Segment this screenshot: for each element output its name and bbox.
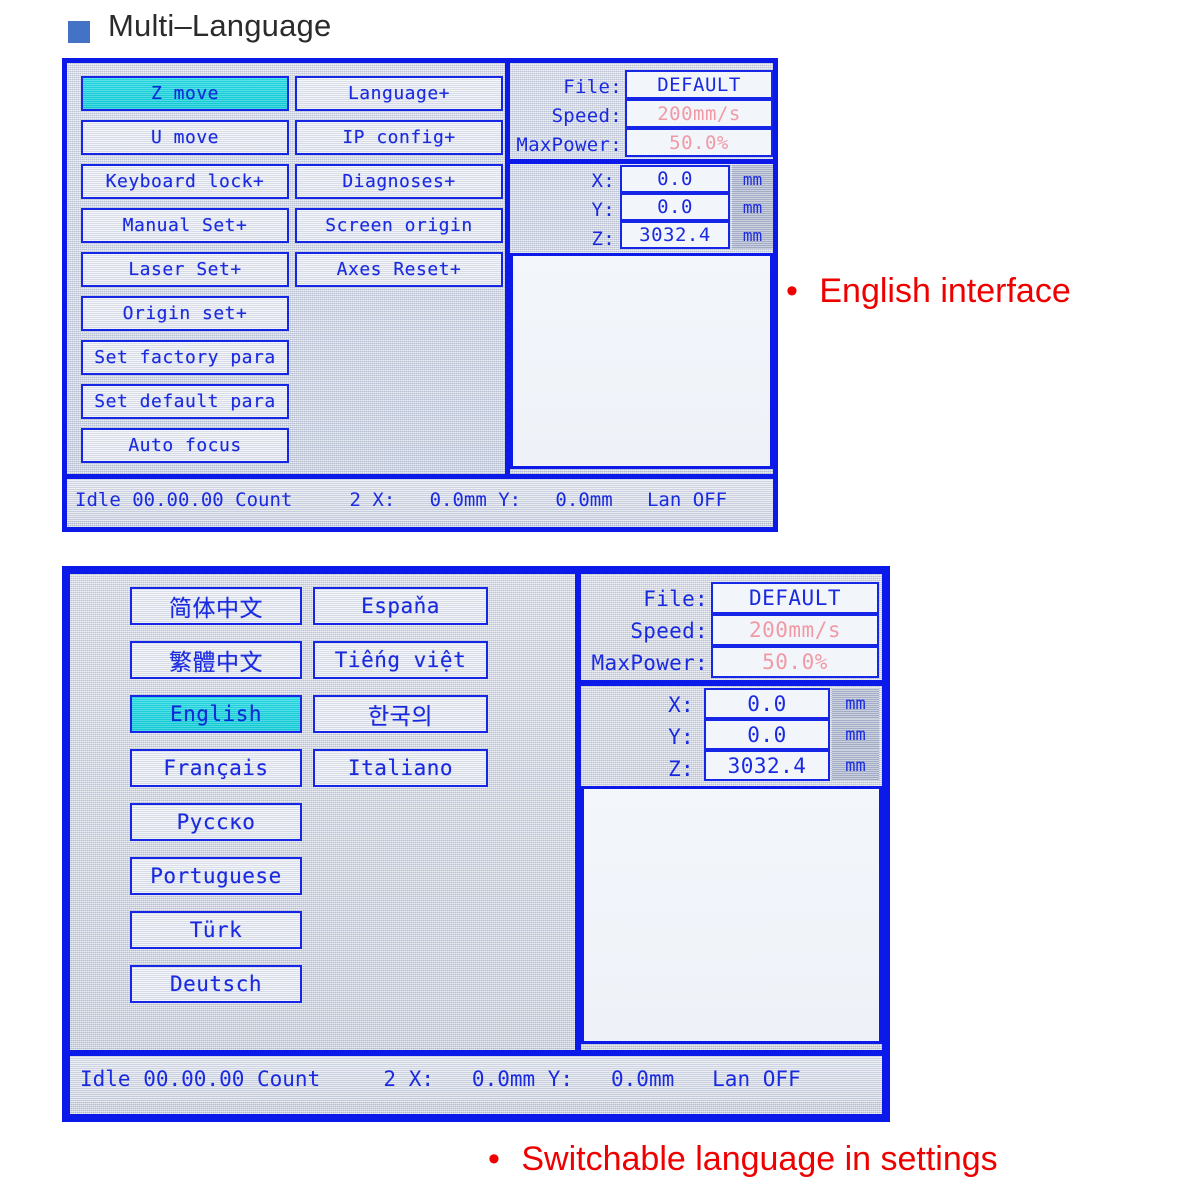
language-button-vietnamese[interactable]: Tiếng việt: [313, 641, 488, 679]
info-separator: [505, 159, 773, 164]
status-bar: Idle 00.00.00 Count 2 X: 0.0mm Y: 0.0mm …: [67, 479, 773, 521]
annotation-text-2: Switchable language in settings: [521, 1140, 997, 1178]
unit-axis-x: mm: [732, 165, 773, 193]
language-button-deutsch[interactable]: Deutsch: [130, 965, 302, 1003]
language-button-italiano[interactable]: Italiano: [313, 749, 488, 787]
button-screen-origin[interactable]: Screen origin: [295, 208, 503, 243]
language-button-korean[interactable]: 한국의: [313, 695, 488, 733]
label-axis-x: X:: [557, 167, 615, 194]
button-set-factory-para[interactable]: Set factory para: [81, 340, 289, 375]
label-axis-z: Z:: [557, 225, 615, 252]
button-set-default-para[interactable]: Set default para: [81, 384, 289, 419]
header-bullet-square-icon: [68, 21, 90, 43]
graphic-preview-area[interactable]: [510, 253, 773, 469]
button-ip-config[interactable]: IP config+: [295, 120, 503, 155]
button-axes-reset[interactable]: Axes Reset+: [295, 252, 503, 287]
annotation-english-interface: • English interface: [786, 272, 1071, 311]
language-button-espana[interactable]: Espaňa: [313, 587, 488, 625]
language-button-english[interactable]: English: [130, 695, 302, 733]
button-origin-set[interactable]: Origin set+: [81, 296, 289, 331]
annotation-bullet-2: •: [488, 1140, 500, 1178]
button-auto-focus[interactable]: Auto focus: [81, 428, 289, 463]
label-file-language: File:: [586, 584, 708, 614]
label-speed-language: Speed:: [586, 616, 708, 646]
label-axis-y-language: Y:: [632, 722, 694, 752]
button-u-move[interactable]: U move: [81, 120, 289, 155]
label-maxpower: MaxPower:: [508, 131, 622, 159]
language-button-simplified-chinese[interactable]: 简体中文: [130, 587, 302, 625]
label-maxpower-language: MaxPower:: [580, 648, 708, 678]
field-file-value[interactable]: DEFAULT: [625, 70, 773, 99]
field-axis-x-value-language[interactable]: 0.0: [704, 688, 830, 719]
field-maxpower-value-language[interactable]: 50.0%: [711, 646, 879, 678]
field-speed-value-language[interactable]: 200mm/s: [711, 614, 879, 646]
annotation-bullet-1: •: [786, 272, 798, 310]
unit-axis-z: mm: [732, 221, 773, 249]
label-file: File:: [514, 73, 622, 101]
main-settings-screen: Z move U move Keyboard lock+ Manual Set+…: [62, 58, 778, 532]
field-axis-z-value[interactable]: 3032.4: [620, 221, 730, 249]
unit-axis-z-language: mm: [832, 750, 879, 781]
button-z-move[interactable]: Z move: [81, 76, 289, 111]
field-maxpower-value[interactable]: 50.0%: [625, 128, 773, 157]
button-language[interactable]: Language+: [295, 76, 503, 111]
info-separator-language: [575, 680, 882, 686]
button-manual-set[interactable]: Manual Set+: [81, 208, 289, 243]
language-selection-screen: 简体中文 繁體中文 English Français Pуccко Portug…: [62, 566, 890, 1122]
field-speed-value[interactable]: 200mm/s: [625, 99, 773, 128]
field-axis-x-value[interactable]: 0.0: [620, 165, 730, 193]
button-laser-set[interactable]: Laser Set+: [81, 252, 289, 287]
page-title: Multi–Language: [108, 8, 331, 44]
unit-axis-x-language: mm: [832, 688, 879, 719]
annotation-switchable-language: • Switchable language in settings: [488, 1140, 998, 1179]
field-axis-z-value-language[interactable]: 3032.4: [704, 750, 830, 781]
graphic-preview-area-language[interactable]: [581, 786, 882, 1044]
language-button-russian[interactable]: Pуccко: [130, 803, 302, 841]
label-speed: Speed:: [514, 102, 622, 130]
unit-axis-y: mm: [732, 193, 773, 221]
lcd-bezel-language: 简体中文 繁體中文 English Français Pуccко Portug…: [62, 566, 890, 1122]
button-diagnoses[interactable]: Diagnoses+: [295, 164, 503, 199]
field-axis-y-value-language[interactable]: 0.0: [704, 719, 830, 750]
language-button-traditional-chinese[interactable]: 繁體中文: [130, 641, 302, 679]
label-axis-y: Y:: [557, 196, 615, 223]
button-keyboard-lock[interactable]: Keyboard lock+: [81, 164, 289, 199]
language-button-turk[interactable]: Türk: [130, 911, 302, 949]
annotation-text-1: English interface: [819, 272, 1070, 310]
language-button-francais[interactable]: Français: [130, 749, 302, 787]
field-file-value-language[interactable]: DEFAULT: [711, 582, 879, 614]
language-button-portuguese[interactable]: Portuguese: [130, 857, 302, 895]
unit-axis-y-language: mm: [832, 719, 879, 750]
label-axis-z-language: Z:: [632, 754, 694, 784]
label-axis-x-language: X:: [632, 690, 694, 720]
field-axis-y-value[interactable]: 0.0: [620, 193, 730, 221]
lcd-bezel-main: Z move U move Keyboard lock+ Manual Set+…: [62, 58, 778, 532]
status-bar-language: Idle 00.00.00 Count 2 X: 0.0mm Y: 0.0mm …: [70, 1056, 882, 1102]
page-header: Multi–Language: [0, 0, 1200, 56]
